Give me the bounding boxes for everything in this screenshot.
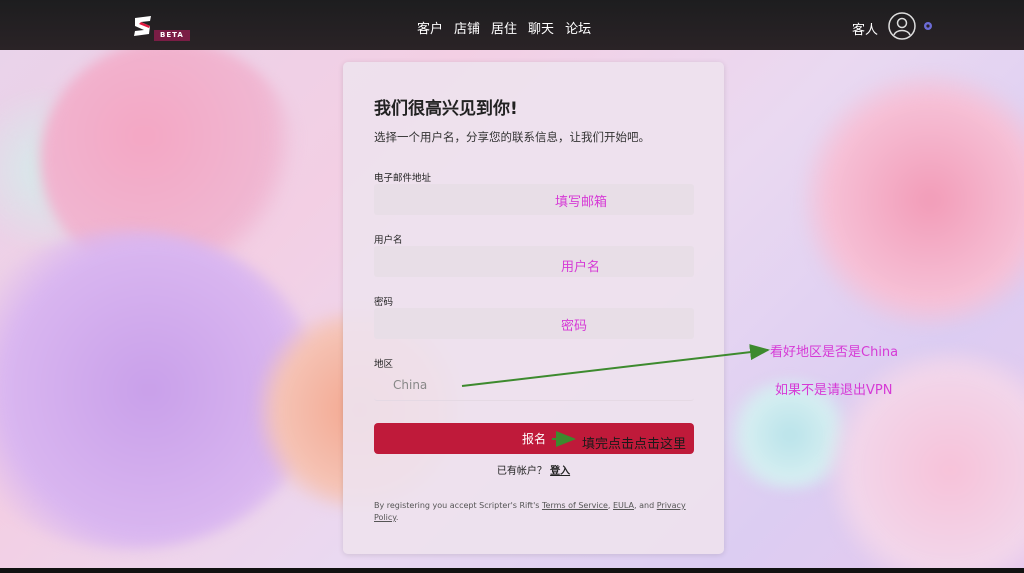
terms-of-service-link[interactable]: Terms of Service: [542, 501, 608, 510]
region-label: 地区: [374, 359, 394, 370]
eula-link[interactable]: EULA: [613, 501, 634, 510]
legal-prefix: By registering you accept Scripter's Rif…: [374, 501, 542, 510]
email-label: 电子邮件地址: [374, 173, 432, 184]
page-subtitle: 选择一个用户名，分享您的联系信息，让我们开始吧。: [374, 130, 650, 144]
nav-item-shop[interactable]: 店铺: [454, 18, 480, 37]
login-prompt: 已有帐户？ 登入: [343, 462, 724, 477]
annotation-email-hint: 填写邮箱: [555, 195, 608, 210]
beta-badge: BETA: [154, 30, 190, 41]
nav-item-living[interactable]: 居住: [491, 18, 517, 37]
login-link[interactable]: 登入: [550, 466, 570, 477]
nav-item-customers[interactable]: 客户: [417, 18, 443, 37]
password-input[interactable]: [374, 308, 694, 339]
annotation-password-hint: 密码: [561, 319, 588, 334]
have-account-text: 已有帐户？: [496, 466, 547, 477]
legal-sep-2: , and: [634, 501, 657, 510]
settings-gear-icon[interactable]: [922, 20, 934, 32]
email-input[interactable]: [374, 184, 694, 215]
main-nav: 客户 店铺 居住 聊天 论坛: [417, 18, 591, 37]
password-label: 密码: [374, 297, 394, 308]
region-select[interactable]: China: [374, 370, 694, 401]
user-avatar-icon[interactable]: [888, 12, 916, 40]
legal-notice: By registering you accept Scripter's Rif…: [374, 500, 694, 524]
username-label: 用户名: [374, 235, 403, 246]
annotation-region-check: 看好地区是否是China: [770, 345, 899, 360]
page-title: 我们很高兴见到你!: [374, 99, 518, 119]
top-navigation-bar: BETA 客户 店铺 居住 聊天 论坛 客人: [0, 0, 1024, 50]
signup-card: 我们很高兴见到你! 选择一个用户名，分享您的联系信息，让我们开始吧。 电子邮件地…: [343, 62, 724, 554]
annotation-vpn-hint: 如果不是请退出VPN: [775, 383, 893, 398]
bottom-bar: [0, 568, 1024, 573]
annotation-username-hint: 用户名: [561, 260, 601, 275]
username-input[interactable]: [374, 246, 694, 277]
logo-icon: [134, 16, 151, 36]
nav-item-forum[interactable]: 论坛: [565, 18, 591, 37]
annotation-submit-hint: 填完点击点击这里: [582, 437, 687, 452]
legal-end: .: [395, 513, 399, 522]
site-logo[interactable]: BETA: [132, 15, 190, 43]
guest-label[interactable]: 客人: [852, 19, 878, 38]
nav-item-chat[interactable]: 聊天: [528, 18, 554, 37]
